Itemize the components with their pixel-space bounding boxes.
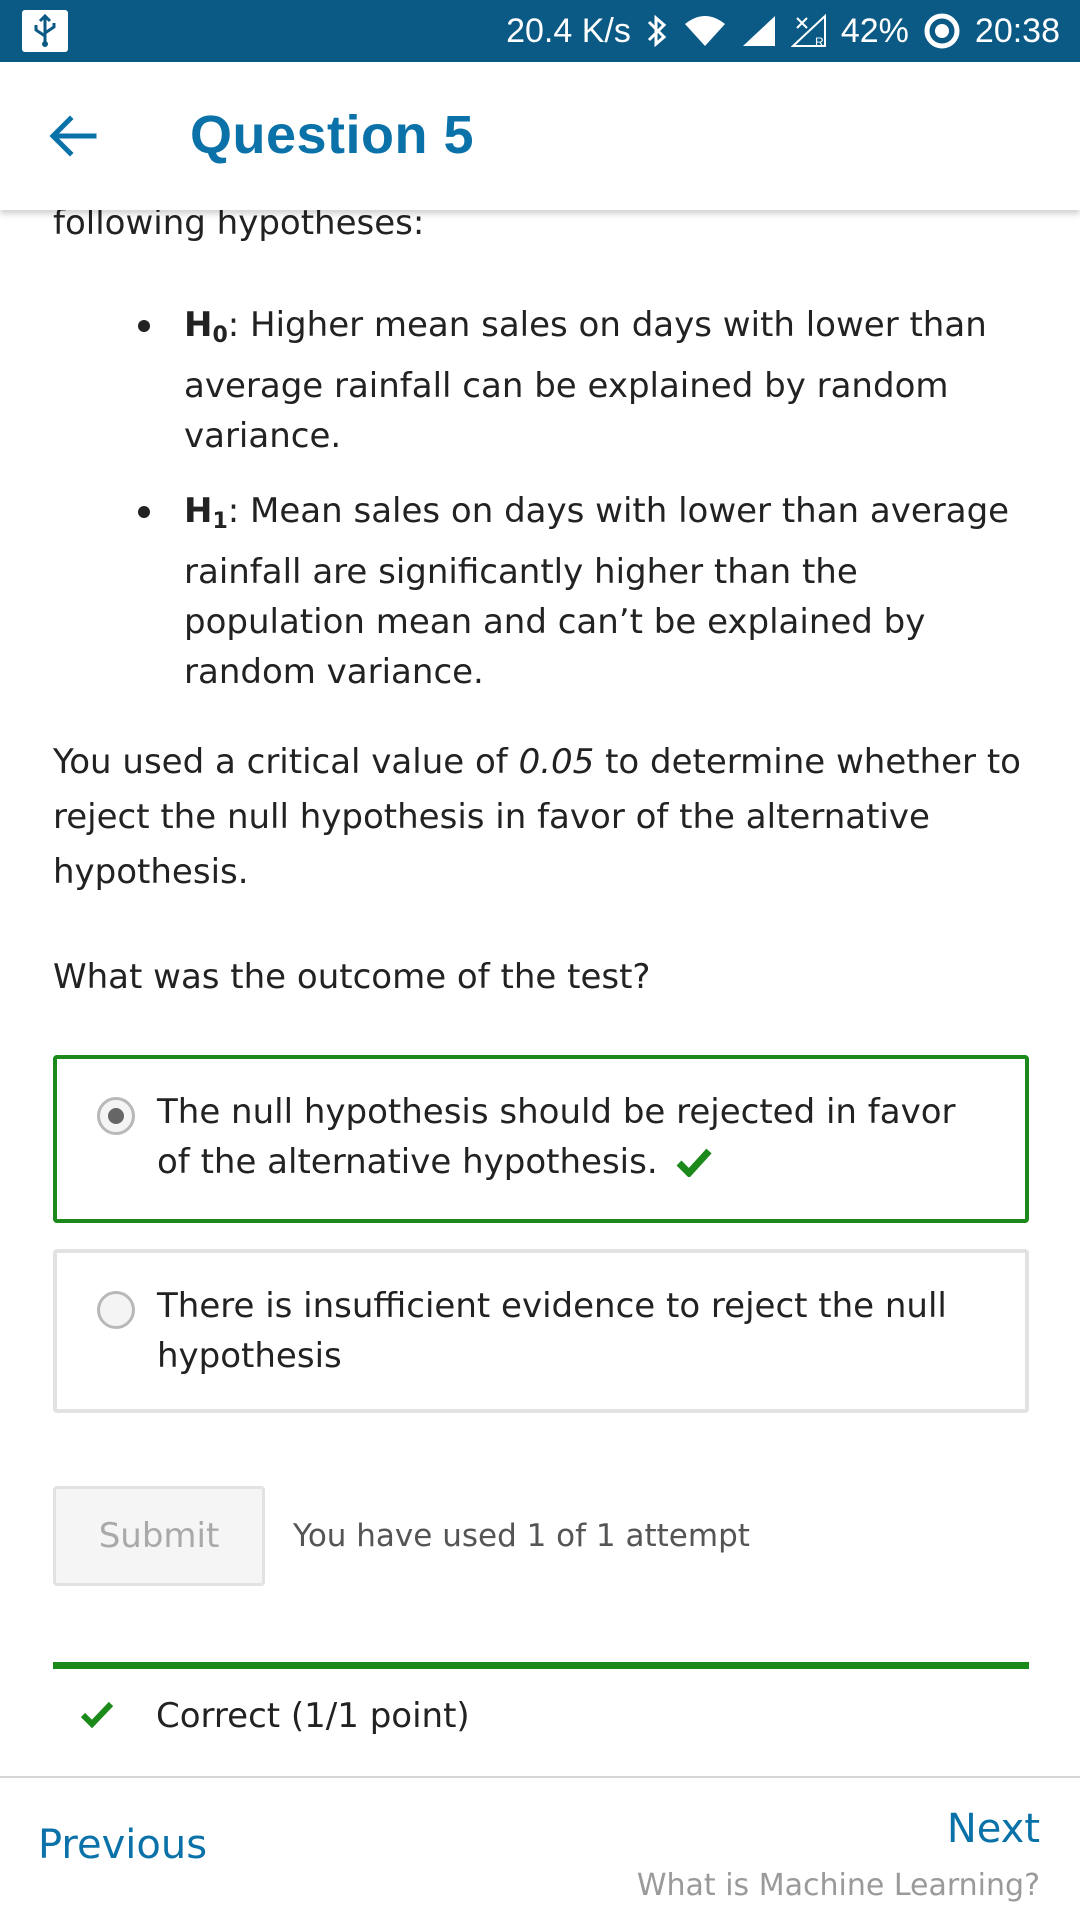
radio-button-selected[interactable] <box>97 1097 135 1135</box>
net-speed: 20.4 K/s <box>506 11 631 50</box>
back-button[interactable] <box>44 106 104 166</box>
roaming-signal-icon: R <box>790 14 827 48</box>
wifi-icon <box>683 14 727 48</box>
bullet-icon <box>138 320 150 332</box>
checkmark-icon <box>80 1700 114 1732</box>
submit-button[interactable]: Submit <box>53 1486 265 1586</box>
radio-button[interactable] <box>97 1291 135 1329</box>
battery-saver-icon <box>923 12 961 50</box>
checkmark-icon <box>676 1141 713 1191</box>
result-text: Correct (1/1 point) <box>156 1696 470 1736</box>
previous-button[interactable]: Previous <box>38 1822 207 1868</box>
result-row: Correct (1/1 point) <box>80 1696 470 1736</box>
answer-option-1[interactable]: The null hypothesis should be rejected i… <box>53 1055 1029 1223</box>
app-bar: Question 5 <box>0 62 1080 210</box>
critical-prefix: You used a critical value of <box>53 742 519 782</box>
status-bar: 20.4 K/s R 42% 20:38 <box>0 0 1080 62</box>
hypothesis-text: : Mean sales on days with lower than ave… <box>184 491 1010 692</box>
bluetooth-icon <box>645 13 669 49</box>
hypothesis-label: H <box>184 491 213 531</box>
option-text: The null hypothesis should be rejected i… <box>157 1092 956 1182</box>
option-text: There is insufficient evidence to reject… <box>157 1286 947 1376</box>
answer-option-2[interactable]: There is insufficient evidence to reject… <box>53 1249 1029 1413</box>
attempts-text: You have used 1 of 1 attempt <box>293 1518 750 1554</box>
page-title: Question 5 <box>190 105 475 165</box>
hypothesis-text: : Higher mean sales on days with lower t… <box>184 305 987 456</box>
hypothesis-list: H0: Higher mean sales on days with lower… <box>134 300 1028 697</box>
next-subtitle[interactable]: What is Machine Learning? <box>637 1868 1040 1903</box>
usb-icon <box>22 10 68 52</box>
signal-icon <box>741 14 777 48</box>
bullet-icon <box>138 506 150 518</box>
status-indicators: 20.4 K/s R 42% 20:38 <box>506 0 1060 62</box>
question-content: following hypotheses: H0: Higher mean sa… <box>53 200 1029 1413</box>
hypothesis-null: H0: Higher mean sales on days with lower… <box>134 300 1028 461</box>
critical-value: 0.05 <box>518 742 595 782</box>
hypothesis-subscript: 0 <box>212 323 228 348</box>
battery-text: 42% <box>840 11 909 50</box>
hypothesis-label: H <box>184 305 213 345</box>
arrow-left-icon <box>49 115 97 157</box>
svg-text:R: R <box>815 35 824 48</box>
question-prompt: What was the outcome of the test? <box>53 957 651 997</box>
clock: 20:38 <box>974 11 1060 50</box>
submit-row: Submit You have used 1 of 1 attempt <box>53 1486 750 1586</box>
hypothesis-subscript: 1 <box>212 509 228 534</box>
result-divider <box>53 1662 1029 1669</box>
next-button[interactable]: Next <box>947 1806 1040 1852</box>
hypothesis-alternative: H1: Mean sales on days with lower than a… <box>134 486 1028 697</box>
nav-divider <box>0 1776 1080 1778</box>
critical-value-paragraph: You used a critical value of 0.05 to det… <box>53 735 1028 900</box>
